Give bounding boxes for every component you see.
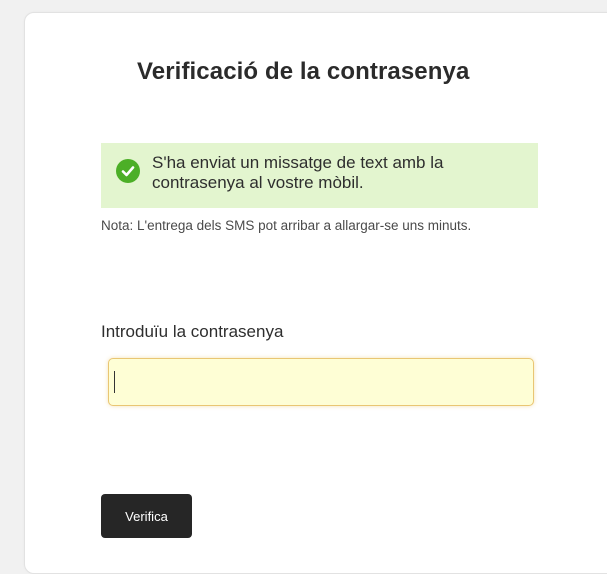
success-alert: S'ha enviat un missatge de text amb la c… (101, 143, 538, 208)
password-input[interactable] (108, 358, 534, 406)
check-circle-icon (116, 159, 140, 183)
alert-message: S'ha enviat un missatge de text amb la c… (152, 153, 444, 192)
verification-card (24, 12, 607, 574)
text-cursor (114, 371, 115, 393)
password-label: Introduïu la contrasenya (101, 322, 284, 341)
verify-button[interactable]: Verifica (101, 494, 192, 538)
sms-note: Nota: L'entrega dels SMS pot arribar a a… (101, 218, 472, 233)
page-title: Verificació de la contrasenya (137, 58, 470, 85)
